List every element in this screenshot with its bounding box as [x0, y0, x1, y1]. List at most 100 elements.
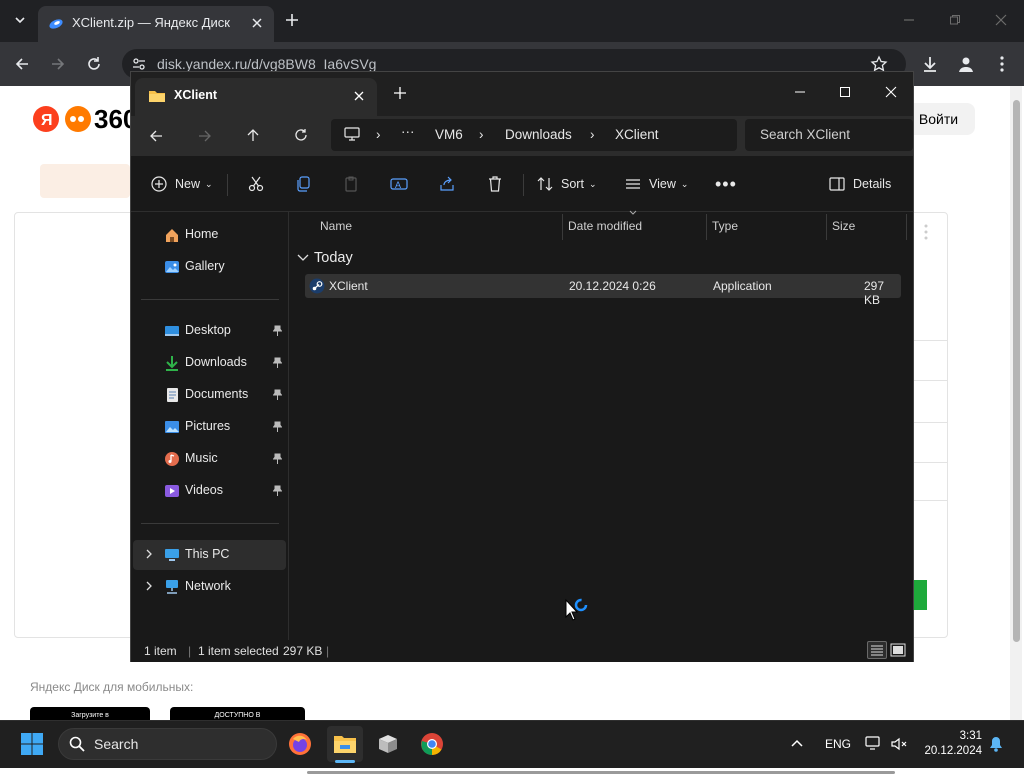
breadcrumb[interactable]: › ··· VM6 › Downloads › XClient: [331, 119, 737, 151]
divider[interactable]: [906, 214, 907, 240]
close-window-icon[interactable]: [876, 80, 906, 104]
column-header-date[interactable]: Date modified: [568, 212, 642, 240]
browser-tab-active[interactable]: XClient.zip — Яндекс Диск: [38, 6, 274, 42]
breadcrumb-downloads[interactable]: Downloads: [505, 127, 572, 142]
new-tab-icon[interactable]: [280, 8, 304, 32]
svg-text:A: A: [395, 180, 401, 190]
pin-icon[interactable]: [273, 453, 282, 464]
pin-icon[interactable]: [273, 421, 282, 432]
breadcrumb-vm6[interactable]: VM6: [435, 127, 463, 142]
chevron-right-icon[interactable]: ›: [376, 127, 381, 142]
volume-muted-icon[interactable]: [890, 736, 908, 752]
plus-circle-icon: [151, 176, 167, 192]
group-header-today[interactable]: Today: [297, 250, 353, 266]
copy-icon[interactable]: [295, 156, 311, 212]
clock[interactable]: 3:31 20.12.2024: [918, 729, 982, 759]
nav-item-pictures[interactable]: Pictures: [131, 412, 287, 442]
view-button[interactable]: View ⌄: [625, 156, 688, 212]
new-tab-icon[interactable]: [393, 86, 407, 100]
cut-icon[interactable]: [248, 156, 264, 212]
nav-item-documents[interactable]: Documents: [131, 380, 287, 410]
chevron-right-icon[interactable]: ›: [479, 127, 484, 142]
status-bar: 1 item | 1 item selected 297 KB |: [131, 640, 913, 662]
nav-item-home[interactable]: Home: [131, 220, 287, 250]
chevron-right-icon[interactable]: ›: [590, 127, 595, 142]
file-explorer-taskbar-icon[interactable]: [327, 726, 363, 762]
network-status-icon[interactable]: [865, 736, 883, 752]
notification-bell-icon[interactable]: [988, 736, 1004, 752]
music-icon: [164, 451, 180, 467]
chevron-down-icon: [297, 254, 309, 261]
delete-icon[interactable]: [487, 156, 503, 212]
forward-icon[interactable]: [46, 52, 70, 76]
more-vertical-icon[interactable]: [924, 224, 928, 240]
url-text: disk.yandex.ru/d/vg8BW8_Ia6vSVg: [157, 56, 377, 72]
nav-item-gallery[interactable]: Gallery: [131, 252, 287, 282]
explorer-tab[interactable]: XClient: [135, 78, 377, 116]
back-icon[interactable]: [10, 52, 34, 76]
menu-icon[interactable]: [990, 52, 1014, 76]
breadcrumb-xclient[interactable]: XClient: [615, 127, 659, 142]
divider[interactable]: [562, 214, 563, 240]
share-icon[interactable]: [439, 156, 455, 212]
nav-item-this-pc[interactable]: This PC: [133, 540, 286, 570]
rename-icon[interactable]: A: [390, 156, 408, 212]
pin-icon[interactable]: [273, 485, 282, 496]
yandex-logo-icon[interactable]: Я: [32, 104, 94, 134]
nav-item-desktop[interactable]: Desktop: [131, 316, 287, 346]
refresh-icon[interactable]: [294, 128, 308, 142]
maximize-icon[interactable]: [830, 80, 860, 104]
close-tab-icon[interactable]: [250, 16, 264, 30]
file-list: Name Date modified Type Size Today XClie…: [289, 210, 913, 774]
nav-item-downloads[interactable]: Downloads: [131, 348, 287, 378]
more-options-icon[interactable]: •••: [715, 156, 737, 212]
column-header-size[interactable]: Size: [832, 212, 855, 240]
download-button-partial[interactable]: [914, 580, 927, 610]
windows-start-icon[interactable]: [20, 732, 44, 756]
close-tab-icon[interactable]: [353, 90, 365, 102]
divider[interactable]: [706, 214, 707, 240]
paste-icon[interactable]: [343, 156, 359, 212]
chevron-up-icon[interactable]: [790, 737, 804, 751]
language-indicator[interactable]: ENG: [825, 737, 851, 751]
nav-item-network[interactable]: Network: [131, 572, 287, 602]
explorer-tab-title: XClient: [174, 88, 218, 102]
firefox-icon[interactable]: [282, 726, 318, 762]
reload-icon[interactable]: [82, 52, 106, 76]
pin-icon[interactable]: [273, 389, 282, 400]
forward-icon[interactable]: [198, 129, 212, 143]
chevron-right-icon[interactable]: [145, 548, 153, 560]
chevron-right-icon[interactable]: [145, 580, 153, 592]
details-button[interactable]: Details: [829, 156, 891, 212]
tab-list-icon[interactable]: [8, 8, 32, 32]
search-input[interactable]: Search XClient: [745, 119, 913, 151]
mobile-apps-label: Яндекс Диск для мобильных:: [30, 680, 194, 694]
package-app-icon[interactable]: [370, 726, 406, 762]
more-icon[interactable]: ···: [401, 124, 415, 139]
close-window-icon[interactable]: [989, 8, 1013, 32]
up-icon[interactable]: [246, 128, 260, 142]
chrome-icon[interactable]: [414, 726, 450, 762]
page-scrollbar-thumb[interactable]: [1013, 100, 1020, 642]
column-header-type[interactable]: Type: [712, 212, 738, 240]
minimize-icon[interactable]: [785, 80, 815, 104]
pin-icon[interactable]: [273, 325, 282, 336]
minimize-icon[interactable]: [897, 8, 921, 32]
site-info-icon[interactable]: [132, 57, 146, 71]
nav-item-videos[interactable]: Videos: [131, 476, 287, 506]
explorer-titlebar: XClient: [131, 72, 913, 116]
file-row-xclient[interactable]: XClient 20.12.2024 0:26 Application 297 …: [305, 274, 901, 307]
column-header-name[interactable]: Name: [320, 212, 352, 240]
back-icon[interactable]: [149, 129, 163, 143]
pin-icon[interactable]: [273, 357, 282, 368]
nav-item-music[interactable]: Music: [131, 444, 287, 474]
restore-icon[interactable]: [943, 8, 967, 32]
new-button[interactable]: New ⌄: [151, 156, 213, 212]
tiles-view-icon[interactable]: [890, 642, 906, 658]
profile-icon[interactable]: [954, 52, 978, 76]
details-view-icon[interactable]: [867, 641, 887, 659]
divider[interactable]: [826, 214, 827, 240]
taskbar-search[interactable]: Search: [58, 728, 277, 760]
download-icon[interactable]: [918, 52, 942, 76]
sort-button[interactable]: Sort ⌄: [537, 156, 596, 212]
